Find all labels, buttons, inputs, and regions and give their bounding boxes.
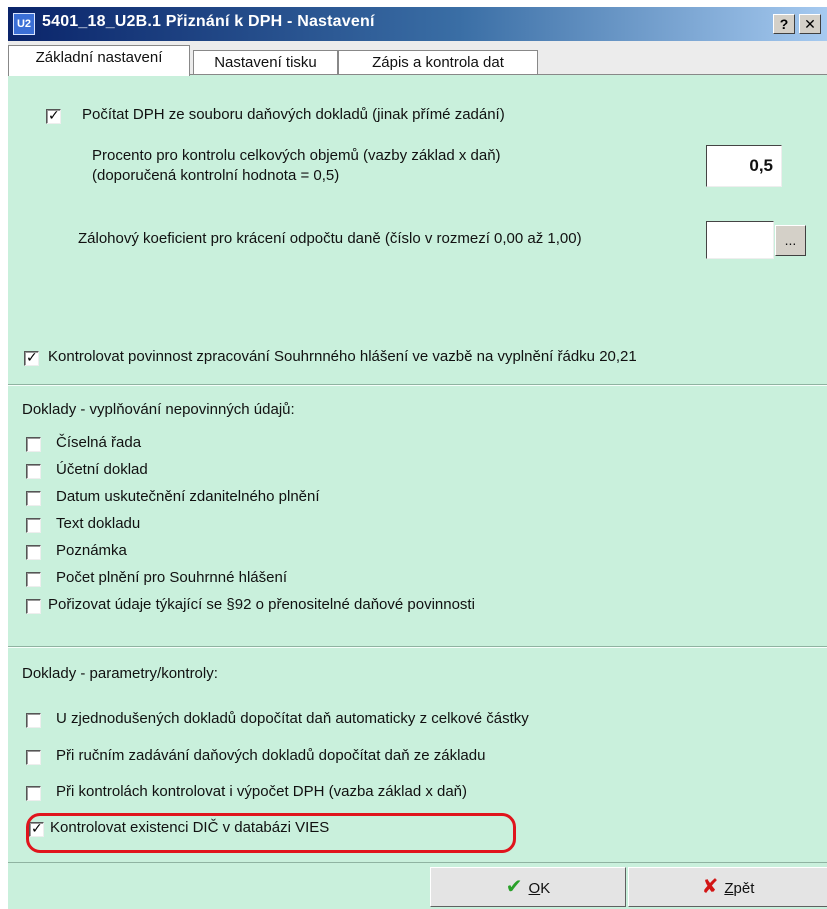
optional-item-label: Počet plnění pro Souhrnné hlášení (56, 569, 287, 586)
tab-strip: Základní nastavení Nastavení tisku Zápis… (8, 41, 827, 76)
coefficient-input[interactable] (706, 221, 774, 259)
optional-fields-group: Doklady - vyplňování nepovinných údajů: … (8, 384, 827, 646)
percent-hint: (doporučená kontrolní hodnota = 0,5) (92, 167, 340, 184)
settings-panel: ✓ Počítat DPH ze souboru daňových doklad… (8, 74, 827, 862)
optional-item-label: Poznámka (56, 542, 127, 559)
highlight-annotation (26, 813, 516, 853)
optional-item-label: Číselná řada (56, 434, 142, 451)
close-button[interactable]: ✕ (799, 14, 821, 34)
percent-label: Procento pro kontrolu celkových objemů (… (92, 147, 501, 164)
params-item-checkbox[interactable] (26, 750, 41, 765)
params-item-checkbox[interactable] (26, 786, 41, 801)
ok-mnemonic: O (528, 880, 541, 897)
general-group: ✓ Počítat DPH ze souboru daňových doklad… (8, 75, 827, 384)
optional-item-label: Účetní doklad (56, 461, 148, 478)
optional-item-label: Text dokladu (56, 515, 141, 532)
title-bar[interactable]: U2 5401_18_U2B.1 Přiznání k DPH - Nastav… (8, 7, 827, 41)
back-button[interactable]: ✘ Zpět (628, 867, 827, 907)
coefficient-label: Zálohový koeficient pro krácení odpočtu … (78, 230, 582, 247)
params-item-label: U zjednodušených dokladů dopočítat daň a… (56, 710, 529, 727)
tab-print-settings[interactable]: Nastavení tisku (193, 50, 338, 76)
optional-item-checkbox[interactable] (26, 491, 41, 506)
ok-button[interactable]: ✔ OK (430, 867, 626, 907)
app-icon: U2 (13, 13, 35, 35)
percent-input[interactable]: 0,5 (706, 145, 782, 187)
checkmark-icon: ✓ (48, 107, 60, 123)
optional-item-checkbox[interactable] (26, 437, 41, 452)
window-title: 5401_18_U2B.1 Přiznání k DPH - Nastavení (42, 13, 375, 30)
calc-from-docs-checkbox[interactable]: ✓ (46, 107, 61, 124)
back-label: pět (733, 880, 755, 897)
check-icon: ✔ (505, 876, 523, 898)
help-button[interactable]: ? (773, 14, 795, 34)
back-mnemonic: Z (724, 880, 734, 897)
optional-item-checkbox[interactable] (26, 572, 41, 587)
optional-item-checkbox[interactable] (26, 464, 41, 479)
params-item-label: Při kontrolách kontrolovat i výpočet DPH… (56, 783, 468, 800)
coefficient-browse-button[interactable]: ... (775, 225, 806, 256)
optional-fields-heading: Doklady - vyplňování nepovinných údajů: (22, 401, 295, 418)
optional-item-label: Pořizovat údaje týkající se §92 o přenos… (48, 596, 475, 613)
x-icon: ✘ (701, 876, 719, 898)
params-item-checkbox[interactable] (26, 713, 41, 728)
params-heading: Doklady - parametry/kontroly: (22, 665, 218, 682)
optional-item-label: Datum uskutečnění zdanitelného plnění (56, 488, 320, 505)
optional-item-checkbox[interactable] (26, 518, 41, 533)
checkmark-icon: ✓ (26, 349, 38, 365)
optional-item-checkbox[interactable] (26, 599, 41, 614)
dialog-footer: ✔ OK ✘ Zpět (8, 862, 827, 909)
tab-basic-settings[interactable]: Základní nastavení (8, 45, 190, 76)
tab-data-entry[interactable]: Zápis a kontrola dat (338, 50, 538, 76)
params-item-label: Při ručním zadávání daňových dokladů dop… (56, 747, 486, 764)
optional-item-checkbox[interactable] (26, 545, 41, 560)
calc-from-docs-label: Počítat DPH ze souboru daňových dokladů … (82, 106, 505, 123)
ok-label: K (540, 880, 551, 897)
summary-report-checkbox[interactable]: ✓ (24, 349, 39, 366)
summary-report-label: Kontrolovat povinnost zpracování Souhrnn… (48, 348, 637, 365)
